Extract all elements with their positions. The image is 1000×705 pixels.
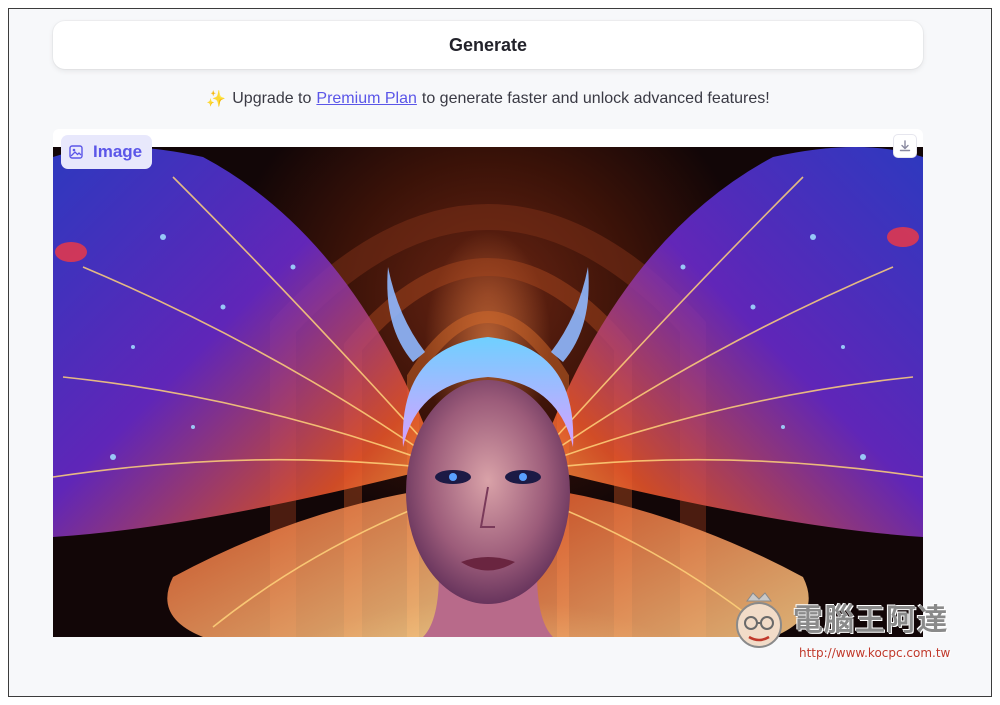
premium-plan-link[interactable]: Premium Plan	[316, 90, 416, 108]
site-watermark: 電腦王阿達 http://www.kocpc.com.tw	[729, 591, 989, 667]
generate-button[interactable]: Generate	[53, 21, 923, 69]
image-icon	[69, 145, 83, 159]
image-tag: Image	[61, 135, 153, 169]
image-tag-label: Image	[93, 142, 143, 161]
fairy-illustration	[53, 147, 923, 637]
upgrade-banner: ✨ Upgrade to Premium Plan to generate fa…	[53, 87, 923, 111]
upgrade-prefix: Upgrade to	[232, 90, 312, 107]
generated-image	[53, 147, 923, 637]
download-icon	[899, 140, 911, 152]
app-frame: Generate ✨ Upgrade to Premium Plan to ge…	[8, 8, 992, 697]
sparkle-icon: ✨	[206, 91, 227, 108]
watermark-brand: 電腦王阿達	[793, 603, 948, 638]
watermark-url: http://www.kocpc.com.tw	[799, 646, 951, 660]
result-card: Image	[53, 129, 923, 637]
mascot-logo-icon	[736, 592, 782, 648]
download-button[interactable]	[893, 134, 917, 158]
upgrade-suffix: to generate faster and unlock advanced f…	[421, 90, 770, 107]
